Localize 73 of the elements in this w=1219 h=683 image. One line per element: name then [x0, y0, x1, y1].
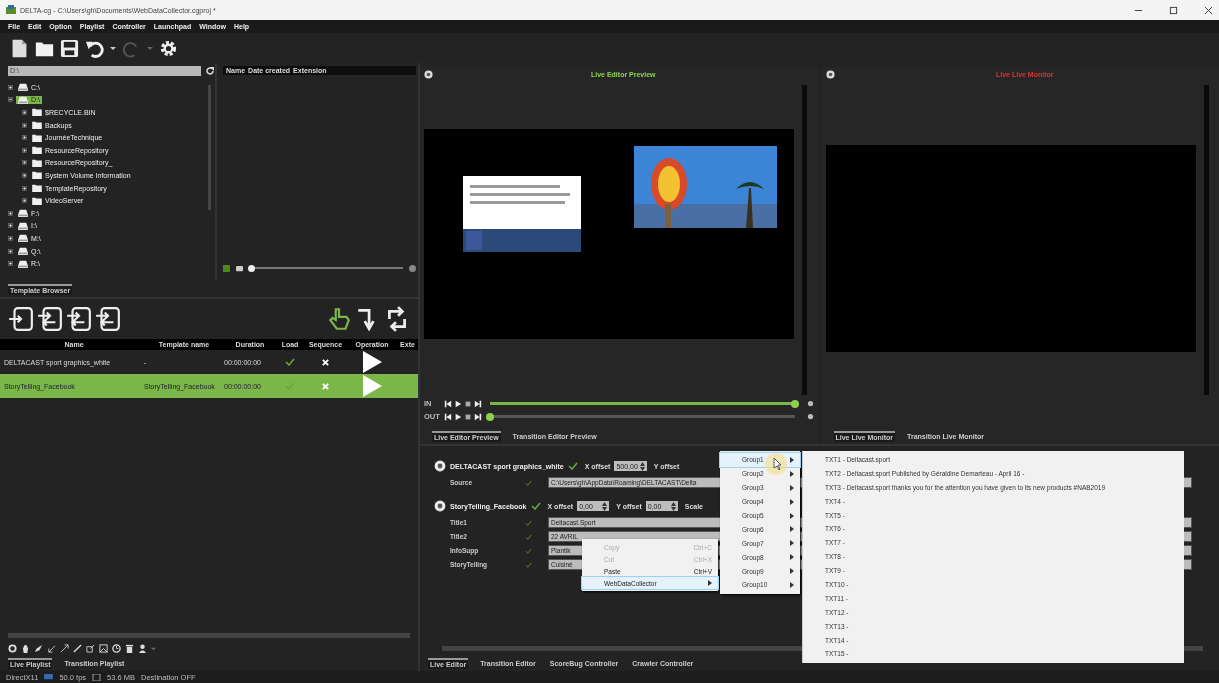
trash-icon[interactable]	[125, 644, 134, 653]
expand-icon[interactable]	[22, 185, 27, 191]
person-icon[interactable]	[138, 644, 147, 653]
new-file-icon[interactable]	[10, 38, 29, 58]
caret-icon[interactable]	[110, 45, 116, 51]
expand-icon[interactable]	[8, 235, 13, 241]
scrollbar[interactable]	[1203, 85, 1209, 395]
insert-icon[interactable]	[8, 306, 34, 332]
monitor-icon	[44, 673, 54, 681]
scrollbar[interactable]	[8, 633, 410, 638]
speaker-icon[interactable]	[806, 400, 814, 407]
drive-icon	[18, 259, 28, 268]
drive-icon	[18, 95, 28, 104]
clock-icon[interactable]	[112, 644, 121, 653]
expand-icon[interactable]	[22, 122, 27, 128]
resize-icon[interactable]	[60, 644, 69, 653]
skip-forward-icon[interactable]	[474, 412, 482, 421]
resize-icon[interactable]	[47, 644, 56, 653]
spin-icon[interactable]	[602, 501, 608, 511]
collapse-icon[interactable]	[8, 97, 13, 103]
skip-back-icon[interactable]	[444, 412, 452, 421]
insert-icon[interactable]	[95, 306, 121, 332]
list-view-icon[interactable]	[236, 264, 243, 272]
pin-icon[interactable]	[434, 500, 446, 512]
expand-icon[interactable]	[8, 223, 13, 229]
pen-icon[interactable]	[73, 644, 82, 653]
expand-icon[interactable]	[22, 160, 27, 166]
spin-icon[interactable]	[670, 501, 676, 511]
bucket-icon[interactable]	[21, 644, 30, 653]
app-icon	[6, 5, 16, 15]
settings-icon[interactable]	[159, 38, 178, 58]
expand-icon[interactable]	[8, 84, 13, 90]
drive-icon	[18, 83, 28, 92]
expand-icon[interactable]	[8, 248, 13, 254]
resize-icon[interactable]	[86, 644, 95, 653]
spin-icon[interactable]	[639, 461, 645, 471]
expand-icon[interactable]	[8, 261, 13, 267]
grid-view-icon[interactable]	[223, 264, 230, 272]
pen-icon[interactable]	[34, 644, 43, 653]
check-icon	[525, 479, 532, 486]
save-icon[interactable]	[60, 38, 79, 58]
expand-icon[interactable]	[22, 110, 27, 115]
play-icon[interactable]	[362, 351, 382, 373]
scrollbar[interactable]	[802, 85, 807, 395]
scrollbar[interactable]	[208, 85, 211, 210]
drive-icon	[18, 247, 28, 255]
cursor-icon	[764, 452, 788, 476]
skip-back-icon[interactable]	[444, 399, 452, 408]
pin-icon[interactable]	[825, 69, 835, 79]
expand-icon[interactable]	[22, 172, 27, 178]
close-icon[interactable]	[1204, 5, 1213, 15]
drive-icon	[18, 234, 28, 243]
pin-icon[interactable]	[424, 69, 433, 79]
zoom-slider[interactable]	[249, 264, 403, 272]
expand-icon[interactable]	[22, 147, 27, 153]
image-icon[interactable]	[99, 644, 108, 653]
maximize-icon[interactable]	[1169, 5, 1178, 15]
zoom-in-icon[interactable]	[409, 264, 416, 272]
hand-icon[interactable]	[326, 306, 352, 332]
expand-icon[interactable]	[8, 210, 13, 216]
insert-icon[interactable]	[37, 306, 63, 332]
expand-icon[interactable]	[22, 135, 27, 141]
expand-icon[interactable]	[22, 198, 27, 204]
dot-icon[interactable]	[806, 413, 814, 420]
drive-icon	[18, 209, 28, 218]
pin-icon[interactable]	[434, 460, 446, 472]
refresh-icon[interactable]	[205, 66, 215, 76]
skip-forward-icon[interactable]	[474, 399, 482, 408]
drive-icon	[18, 221, 28, 230]
memory-icon	[92, 673, 102, 681]
submenu-arrow-icon	[708, 580, 712, 586]
gear-icon[interactable]	[8, 644, 17, 653]
insert-icon[interactable]	[66, 306, 92, 332]
